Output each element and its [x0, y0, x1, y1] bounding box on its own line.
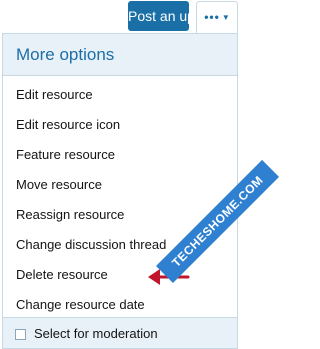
select-for-moderation-checkbox[interactable]	[15, 329, 26, 340]
top-bar: Post an update •••▼	[0, 0, 241, 33]
menu-item-change-discussion-thread[interactable]: Change discussion thread	[16, 235, 166, 255]
menu-item-reassign-resource[interactable]: Reassign resource	[16, 205, 124, 225]
menu-item-edit-resource[interactable]: Edit resource	[16, 85, 93, 105]
chevron-down-icon: ▼	[221, 13, 230, 22]
post-an-update-button[interactable]: Post an update	[128, 1, 189, 31]
moderation-footer: Select for moderation	[3, 317, 237, 348]
menu-item-change-resource-date[interactable]: Change resource date	[16, 295, 145, 315]
more-options-button[interactable]: ••• ▼	[196, 1, 238, 33]
menu-title: More options	[16, 45, 115, 64]
more-options-menu: More options Edit resource Edit resource…	[2, 33, 238, 349]
menu-item-delete-resource[interactable]: Delete resource	[16, 265, 108, 285]
select-for-moderation-label[interactable]: Select for moderation	[34, 325, 158, 343]
menu-item-move-resource[interactable]: Move resource	[16, 175, 102, 195]
menu-header: More options	[3, 34, 237, 76]
menu-item-feature-resource[interactable]: Feature resource	[16, 145, 115, 165]
menu-item-edit-resource-icon[interactable]: Edit resource icon	[16, 115, 120, 135]
ellipsis-icon: •••	[204, 10, 220, 24]
